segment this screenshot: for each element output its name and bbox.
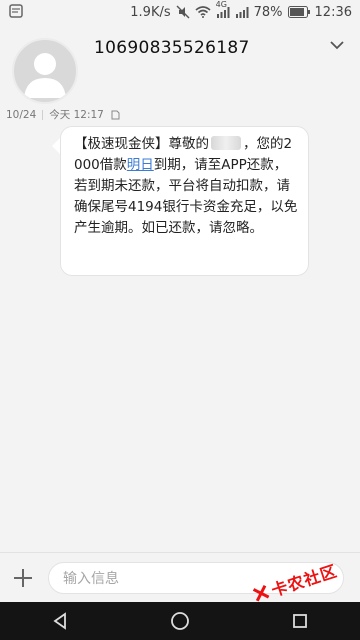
conversation-header: 10690835526187 — [0, 24, 360, 110]
home-button[interactable] — [150, 602, 210, 640]
person-icon — [24, 53, 66, 98]
message-part1: 【极速现金侠】尊敬的 — [74, 136, 209, 152]
network-speed: 1.9K/s — [130, 4, 171, 20]
notification-icon — [9, 4, 23, 18]
battery-icon — [287, 6, 310, 18]
avatar[interactable] — [12, 38, 78, 104]
message-bubble[interactable]: 【极速现金侠】尊敬的 ，您的2000借款明日到期，请至APP还款，若到期未还款，平… — [52, 126, 309, 276]
message-meta: 10/24 今天 12:17 — [6, 107, 120, 122]
meta-divider — [42, 109, 44, 120]
redacted-name — [211, 136, 241, 150]
home-circle-icon — [171, 612, 189, 630]
recents-button[interactable] — [270, 602, 330, 640]
signal-4g-icon: 4G — [216, 0, 230, 18]
clock: 12:36 — [314, 4, 352, 20]
status-bar: 1.9K/s 4G 78% 12:36 — [0, 0, 360, 24]
message-text: 【极速现金侠】尊敬的 ，您的2000借款明日到期，请至APP还款，若到期未还款，平… — [74, 134, 299, 239]
wifi-icon — [195, 6, 211, 18]
add-attachment-icon[interactable] — [10, 565, 36, 591]
sim-icon — [111, 110, 120, 119]
message-date: 10/24 — [6, 108, 37, 121]
sender-number[interactable]: 10690835526187 — [94, 38, 250, 58]
battery-percent: 78% — [253, 4, 283, 20]
message-time: 今天 12:17 — [49, 109, 104, 121]
recents-square-icon — [293, 614, 307, 628]
navigation-bar — [0, 602, 360, 640]
back-triangle-icon — [53, 612, 66, 630]
signal-icon — [235, 6, 249, 18]
date-link[interactable]: 明日 — [127, 157, 154, 173]
back-button[interactable] — [30, 602, 90, 640]
mute-icon — [176, 5, 190, 19]
chevron-down-icon[interactable] — [330, 40, 344, 50]
